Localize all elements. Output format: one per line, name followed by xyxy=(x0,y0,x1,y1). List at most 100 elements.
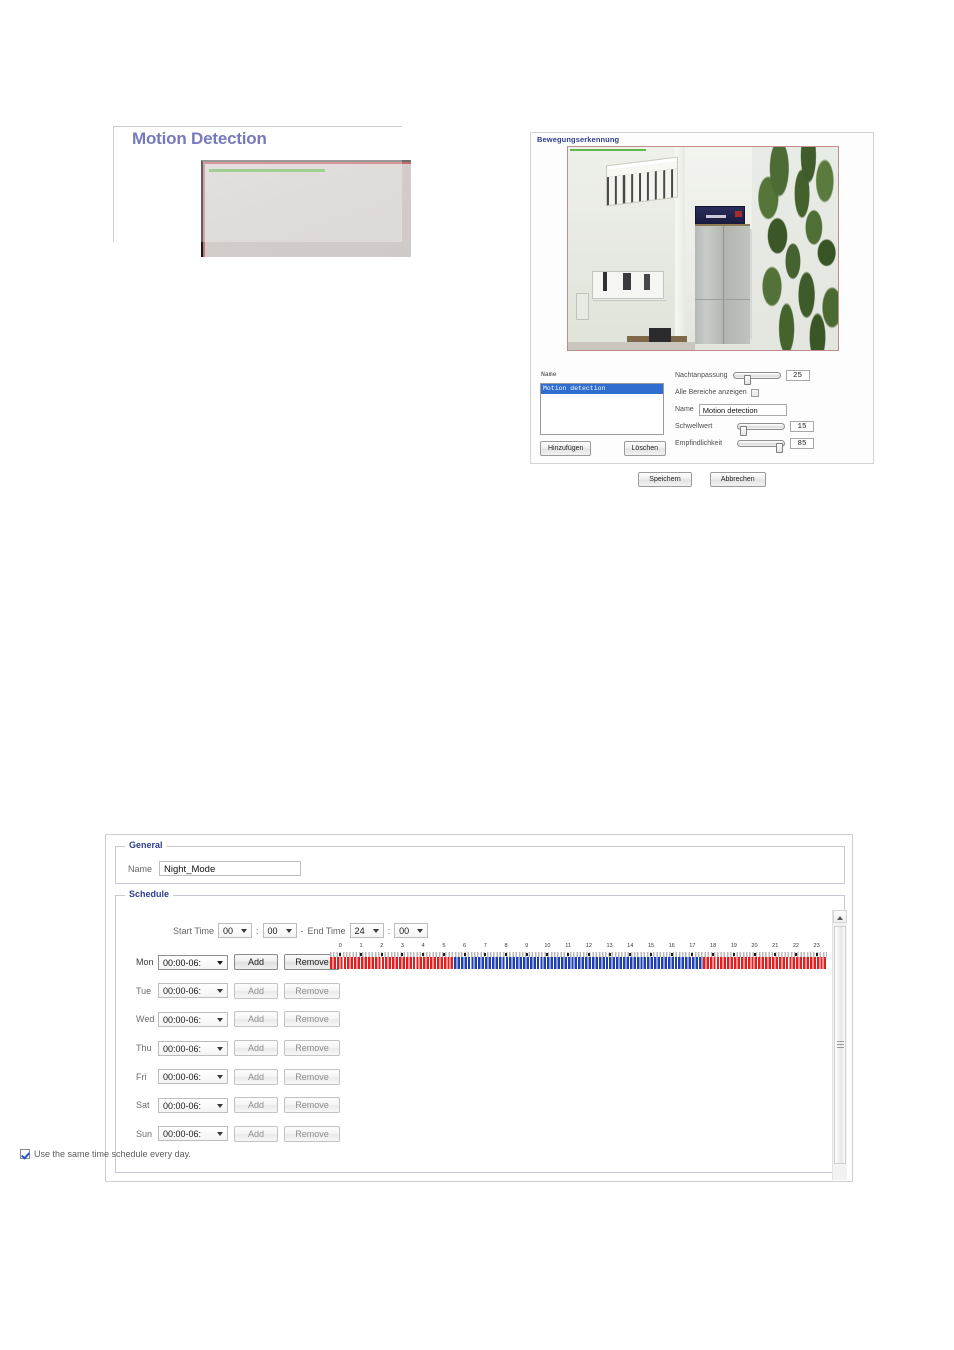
motion-detection-figure: Motion Detection xyxy=(105,112,411,257)
schedule-timeline[interactable]: 0 1 2 3 4 5 6 7 8 9 10 11 12 13 14 15 16 17 18 19 20 21 22 23 xyxy=(330,943,827,973)
detection-region-marker[interactable] xyxy=(570,149,646,151)
general-name-input[interactable]: Night_Mode xyxy=(159,861,302,876)
same-schedule-row[interactable]: Use the same time schedule every day. xyxy=(20,1149,191,1159)
timeline-segment[interactable] xyxy=(454,957,703,969)
remove-schedule-button[interactable]: Remove xyxy=(284,1040,340,1057)
show-all-areas-checkbox[interactable] xyxy=(750,388,759,397)
timeline-hour-label: 2 xyxy=(380,943,384,949)
timeline-hour-marker xyxy=(587,953,590,956)
add-schedule-button[interactable]: Add xyxy=(234,954,278,971)
chevron-down-icon xyxy=(217,989,223,994)
day-range-select[interactable]: 00:00-06: xyxy=(158,954,228,970)
save-button[interactable]: Speichern xyxy=(638,472,692,487)
timeline-hour-marker xyxy=(360,953,363,956)
remove-schedule-button[interactable]: Remove xyxy=(284,1097,340,1114)
chevron-down-icon xyxy=(217,1132,223,1137)
threshold-value[interactable]: 15 xyxy=(790,421,814,432)
camera-live-view[interactable] xyxy=(567,146,839,351)
end-hour-select[interactable]: 24 xyxy=(349,923,384,938)
timeline-hour-label: 19 xyxy=(730,943,737,949)
chevron-down-icon xyxy=(217,1075,223,1080)
slider-thumb[interactable] xyxy=(743,375,751,385)
night-adjust-label: Nachtanpassung xyxy=(675,372,728,379)
list-item[interactable]: Motion detection xyxy=(541,384,663,394)
sensitivity-slider[interactable] xyxy=(737,440,785,453)
timeline-segment-bars[interactable] xyxy=(330,957,827,969)
night-adjust-value[interactable]: 25 xyxy=(785,370,810,381)
day-row: Mon 00:00-06: Add Remove xyxy=(126,948,340,977)
add-schedule-button[interactable]: Add xyxy=(234,982,278,999)
cancel-button[interactable]: Abbrechen xyxy=(709,472,766,487)
scene-box-label xyxy=(705,214,727,218)
slider-thumb[interactable] xyxy=(776,443,783,453)
timeline-hour-marker xyxy=(422,953,425,956)
general-legend: General xyxy=(125,840,167,850)
motion-region-list[interactable]: Motion detection xyxy=(540,383,664,435)
threshold-label: Schwellwert xyxy=(675,423,713,430)
timeline-hour-marker xyxy=(732,953,735,956)
add-schedule-button[interactable]: Add xyxy=(234,1040,278,1057)
panel-footer-buttons: Speichern Abbrechen xyxy=(530,472,874,487)
scene-floor xyxy=(568,341,695,350)
start-minute-select[interactable]: 00 xyxy=(262,923,297,938)
detection-region-marker xyxy=(209,169,325,172)
timeline-segment[interactable] xyxy=(702,957,827,969)
timeline-segment[interactable] xyxy=(330,957,455,969)
add-schedule-button[interactable]: Add xyxy=(234,1125,278,1142)
sensitivity-row: Empfindlichkeit 85 xyxy=(675,435,870,453)
same-schedule-label: Use the same time schedule every day. xyxy=(34,1149,191,1159)
threshold-slider[interactable] xyxy=(737,423,785,436)
add-schedule-button[interactable]: Add xyxy=(234,1011,278,1028)
delete-region-button[interactable]: Löschen xyxy=(623,441,666,456)
slider-thumb[interactable] xyxy=(740,426,747,436)
timeline-hour-marker xyxy=(546,953,549,956)
end-minute-select[interactable]: 00 xyxy=(394,923,429,938)
add-schedule-button[interactable]: Add xyxy=(234,1068,278,1085)
timeline-hour-marker xyxy=(505,953,508,956)
end-time-label: End Time xyxy=(307,925,346,936)
scene-plant xyxy=(751,147,838,350)
timeline-hour-label: 23 xyxy=(813,943,820,949)
add-region-button[interactable]: Hinzufügen xyxy=(540,441,592,456)
scroll-up-arrow-icon[interactable] xyxy=(833,910,847,923)
timeline-hour-label: 12 xyxy=(585,943,592,949)
general-fieldset: General Name Night_Mode xyxy=(115,840,845,884)
remove-schedule-button[interactable]: Remove xyxy=(284,1011,340,1028)
chevron-down-icon xyxy=(417,929,424,933)
start-hour-select[interactable]: 00 xyxy=(218,923,253,938)
remove-schedule-button[interactable]: Remove xyxy=(284,982,340,999)
remove-schedule-button[interactable]: Remove xyxy=(284,1068,340,1085)
sensitivity-value[interactable]: 85 xyxy=(790,438,814,449)
panel-legend: Bewegungserkennung xyxy=(537,135,620,144)
scene-cabinet-divider xyxy=(722,226,724,344)
timeline-hour-marker xyxy=(401,953,404,956)
night-adjust-slider[interactable] xyxy=(732,372,781,385)
start-time-label: Start Time xyxy=(173,925,215,936)
day-range-select[interactable]: 00:00-06: xyxy=(158,1040,228,1056)
day-schedule-rows: Mon 00:00-06: Add Remove Tue 00:00-06: Add Remo… xyxy=(126,948,340,1148)
chevron-down-icon xyxy=(217,1046,223,1051)
remove-schedule-button[interactable]: Remove xyxy=(284,1125,340,1142)
timeline-hour-label: 22 xyxy=(792,943,800,949)
timeline-hour-label: 16 xyxy=(668,943,675,949)
day-range-select[interactable]: 00:00-06: xyxy=(158,983,228,999)
scene-shelf-rail xyxy=(593,298,667,302)
same-schedule-checkbox[interactable] xyxy=(20,1149,30,1159)
night-adjust-row: Nachtanpassung 25 xyxy=(675,367,870,385)
timeline-hour-label: 18 xyxy=(709,943,717,949)
list-action-buttons: Hinzufügen Löschen xyxy=(540,441,666,456)
day-range-select[interactable]: 00:00-06: xyxy=(158,1011,228,1027)
scene-wall-phone xyxy=(576,293,589,320)
timeline-hour-label: 14 xyxy=(627,943,634,949)
day-row: Sun 00:00-06: Add Remove xyxy=(126,1120,340,1149)
day-range-select[interactable]: 00:00-06: xyxy=(158,1126,228,1142)
day-range-select[interactable]: 00:00-06: xyxy=(158,1069,228,1085)
scrollbar-thumb[interactable] xyxy=(834,926,846,1164)
add-schedule-button[interactable]: Add xyxy=(234,1097,278,1114)
schedule-scrollbar[interactable] xyxy=(832,910,847,1180)
chevron-down-icon xyxy=(372,929,379,933)
day-range-select[interactable]: 00:00-06: xyxy=(158,1097,228,1113)
timeline-hour-label: 21 xyxy=(772,943,779,949)
region-name-input[interactable]: Motion detection xyxy=(698,403,787,416)
scene-shelf-item-2 xyxy=(623,272,632,291)
